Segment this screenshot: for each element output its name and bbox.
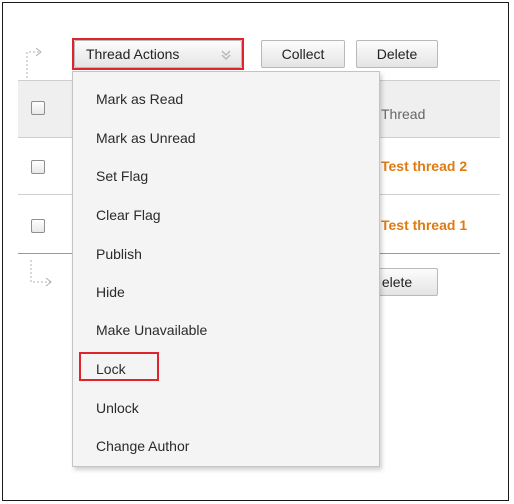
menu-item-make-unavailable[interactable]: Make Unavailable bbox=[96, 322, 207, 338]
bottom-delete-label: elete bbox=[381, 274, 413, 290]
thread-link[interactable]: Test thread 1 bbox=[381, 217, 467, 233]
lock-highlight bbox=[79, 352, 159, 381]
select-all-checkbox[interactable] bbox=[31, 101, 45, 115]
menu-item-mark-as-read[interactable]: Mark as Read bbox=[96, 91, 183, 107]
thread-link[interactable]: Test thread 2 bbox=[381, 158, 467, 174]
row-checkbox[interactable] bbox=[31, 219, 45, 233]
collect-label: Collect bbox=[281, 46, 325, 62]
bend-down-right-arrow-icon bbox=[30, 260, 52, 287]
menu-item-change-author[interactable]: Change Author bbox=[96, 438, 189, 454]
collect-button[interactable]: Collect bbox=[261, 40, 345, 68]
delete-button[interactable]: Delete bbox=[356, 40, 438, 68]
menu-item-set-flag[interactable]: Set Flag bbox=[96, 168, 148, 184]
bend-right-arrow-icon bbox=[26, 47, 42, 78]
menu-item-unlock[interactable]: Unlock bbox=[96, 400, 139, 416]
delete-label: Delete bbox=[376, 46, 418, 62]
menu-item-hide[interactable]: Hide bbox=[96, 284, 125, 300]
thread-actions-menu: Mark as Read Mark as Unread Set Flag Cle… bbox=[72, 71, 380, 467]
menu-item-clear-flag[interactable]: Clear Flag bbox=[96, 207, 161, 223]
menu-item-mark-as-unread[interactable]: Mark as Unread bbox=[96, 130, 196, 146]
row-checkbox[interactable] bbox=[31, 160, 45, 174]
menu-item-publish[interactable]: Publish bbox=[96, 246, 142, 262]
column-header-thread: Thread bbox=[381, 106, 426, 122]
thread-actions-highlight bbox=[72, 38, 244, 70]
